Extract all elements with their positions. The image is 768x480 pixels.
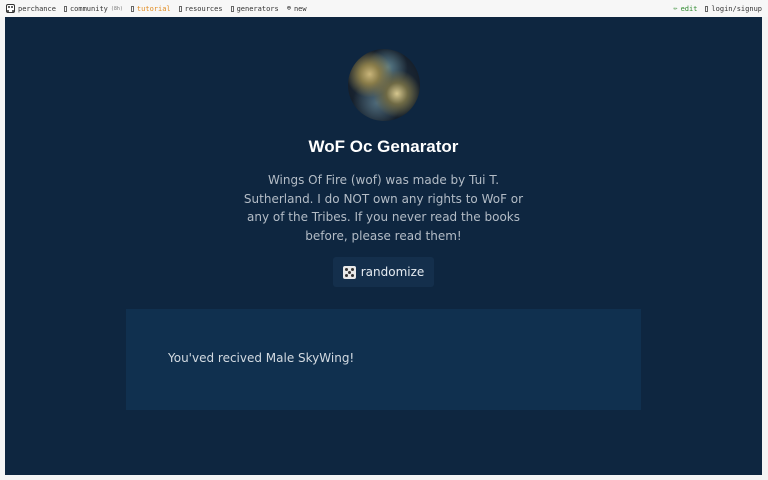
page-description: Wings Of Fire (wof) was made by Tui T. S…	[243, 173, 524, 243]
top-nav-bar: perchance community (8h) tutorial resour…	[0, 0, 768, 17]
dice-icon	[342, 265, 356, 279]
community-badge: (8h)	[110, 5, 123, 12]
nav-generators[interactable]: generators	[230, 4, 279, 13]
nav-tutorial[interactable]: tutorial	[130, 4, 171, 13]
top-nav-left: perchance community (8h) tutorial resour…	[6, 4, 307, 13]
nav-generators-label: generators	[236, 4, 279, 13]
plus-circle-icon: ⊕	[286, 4, 291, 12]
nav-resources[interactable]: resources	[178, 4, 223, 13]
generator-page: WoF Oc Genarator Wings Of Fire (wof) was…	[5, 17, 762, 475]
nav-new[interactable]: ⊕ new	[287, 5, 307, 13]
nav-edit[interactable]: ✏ edit	[673, 5, 697, 13]
box-icon	[130, 5, 134, 12]
nav-perchance[interactable]: perchance	[6, 4, 56, 13]
nav-community-label: community	[69, 4, 108, 13]
output-panel: You'ved recived Male SkyWing!	[126, 309, 641, 410]
nav-perchance-label: perchance	[18, 4, 56, 13]
dice-icon	[6, 4, 15, 13]
generator-avatar	[348, 49, 420, 121]
box-icon	[178, 5, 182, 12]
top-nav-right: ✏ edit login/signup	[673, 5, 762, 13]
nav-resources-label: resources	[184, 4, 223, 13]
nav-tutorial-label: tutorial	[136, 4, 171, 13]
nav-login[interactable]: login/signup	[705, 5, 762, 13]
nav-edit-label: edit	[680, 4, 698, 13]
nav-new-label: new	[293, 4, 307, 13]
box-icon	[63, 5, 67, 12]
nav-login-label: login/signup	[711, 4, 762, 13]
output-text: You'ved recived Male SkyWing!	[168, 351, 355, 365]
box-icon	[705, 5, 709, 12]
box-icon	[230, 5, 234, 12]
page-title: WoF Oc Genarator	[308, 137, 459, 156]
pencil-icon: ✏	[673, 4, 678, 12]
randomize-button[interactable]: randomize	[333, 257, 434, 287]
nav-community[interactable]: community (8h)	[63, 4, 123, 13]
randomize-label: randomize	[360, 265, 425, 279]
